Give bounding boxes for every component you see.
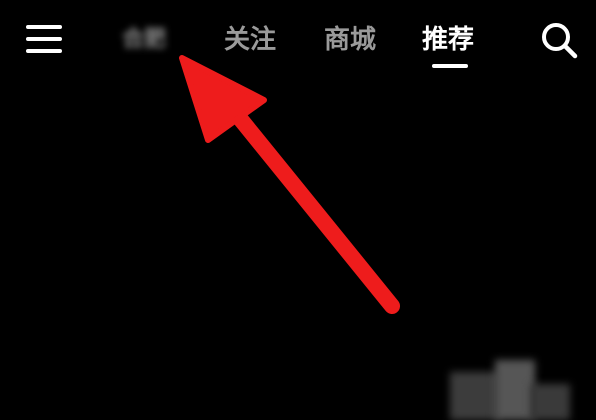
tab-recommend[interactable]: 推荐: [422, 20, 474, 60]
tab-follow[interactable]: 关注: [224, 20, 276, 60]
active-tab-indicator: [432, 64, 468, 68]
top-navigation-bar: 合肥 关注 商城 推荐: [0, 0, 596, 80]
search-icon[interactable]: [538, 20, 582, 60]
tab-local-city[interactable]: 合肥: [122, 20, 166, 60]
hamburger-menu-icon[interactable]: [26, 24, 62, 54]
tab-mall[interactable]: 商城: [324, 20, 376, 60]
